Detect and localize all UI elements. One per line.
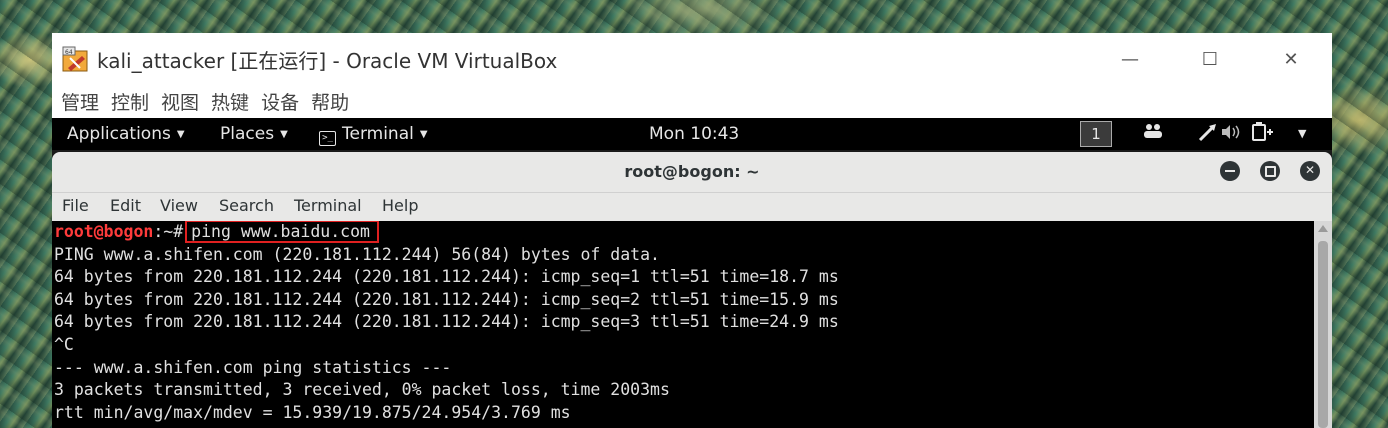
prompt-path: :~# <box>153 222 184 241</box>
people-icon[interactable] <box>1142 122 1164 144</box>
output-line: --- www.a.shifen.com ping statistics --- <box>54 357 452 377</box>
output-line: PING www.a.shifen.com (220.181.112.244) … <box>54 244 660 264</box>
chevron-down-icon: ▼ <box>176 129 185 140</box>
menu-manage[interactable]: 管理 <box>61 88 99 115</box>
places-menu[interactable]: Places ▼ <box>220 124 288 144</box>
menu-view[interactable]: 视图 <box>161 88 199 115</box>
network-icon[interactable] <box>1197 122 1219 146</box>
scrollbar-thumb[interactable] <box>1318 241 1328 428</box>
terminal-menu-terminal[interactable]: Terminal <box>294 196 362 215</box>
terminal-menu-view[interactable]: View <box>160 196 198 215</box>
terminal-menubar: File Edit View Search Terminal Help <box>52 193 1332 221</box>
terminal-minimize-button[interactable] <box>1220 161 1240 181</box>
output-line: 64 bytes from 220.181.112.244 (220.181.1… <box>54 267 839 287</box>
workspace-indicator[interactable]: 1 <box>1080 121 1112 147</box>
menu-control[interactable]: 控制 <box>111 88 149 115</box>
menu-hotkeys[interactable]: 热键 <box>211 88 249 115</box>
battery-power-icon[interactable] <box>1251 122 1275 146</box>
terminal-title: root@bogon: ~ <box>624 162 760 181</box>
gnome-top-bar: Applications ▼ Places ▼ >_ Terminal ▼ Mon 10… <box>52 118 1332 150</box>
guest-screen[interactable]: Applications ▼ Places ▼ >_ Terminal ▼ Mon 10… <box>52 118 1332 428</box>
terminal-menu-file[interactable]: File <box>62 196 89 215</box>
command-text: ping www.baidu.com <box>185 221 379 243</box>
volume-icon[interactable] <box>1220 124 1242 144</box>
menu-devices[interactable]: 设备 <box>261 88 299 115</box>
close-icon: ✕ <box>1283 48 1299 70</box>
clock[interactable]: Mon 10:43 <box>649 124 739 144</box>
output-line: 64 bytes from 220.181.112.244 (220.181.1… <box>54 312 839 332</box>
terminal-close-button[interactable]: ✕ <box>1300 161 1320 181</box>
chevron-down-icon: ▼ <box>280 129 288 140</box>
places-label: Places <box>220 124 275 144</box>
output-line: 64 bytes from 220.181.112.244 (220.181.1… <box>54 289 839 309</box>
virtualbox-app-icon: 64 <box>62 46 88 72</box>
minimize-icon: — <box>1121 48 1139 70</box>
terminal-maximize-button[interactable] <box>1260 161 1280 181</box>
terminal-headerbar[interactable]: root@bogon: ~ ✕ <box>52 152 1332 193</box>
applications-label: Applications <box>67 124 171 144</box>
terminal-scrollbar[interactable] <box>1314 221 1332 428</box>
prompt-user: root@bogon <box>54 222 154 241</box>
close-button[interactable]: ✕ <box>1268 41 1314 77</box>
output-line: ^C <box>54 334 74 354</box>
window-title: kali_attacker [正在运行] - Oracle VM Virtual… <box>97 49 558 73</box>
prompt-line: root@bogon:~# ping www.baidu.com <box>54 221 1316 244</box>
scroll-up-arrow-icon[interactable] <box>1318 225 1328 232</box>
terminal-output[interactable]: root@bogon:~# ping www.baidu.com PING www.… <box>52 221 1316 428</box>
svg-text:64: 64 <box>65 49 73 56</box>
terminal-window: root@bogon: ~ ✕ File Edit View Search Te… <box>52 152 1332 428</box>
applications-menu[interactable]: Applications ▼ <box>67 124 185 144</box>
terminal-app-label: Terminal <box>342 124 414 144</box>
terminal-menu-help[interactable]: Help <box>382 196 418 215</box>
maximize-button[interactable]: ☐ <box>1187 41 1233 77</box>
terminal-icon: >_ <box>319 131 336 146</box>
terminal-menu-edit[interactable]: Edit <box>110 196 141 215</box>
terminal-app-menu[interactable]: >_ Terminal ▼ <box>319 124 428 146</box>
chevron-down-icon: ▼ <box>419 129 428 140</box>
virtualbox-window: 64 kali_attacker [正在运行] - Oracle VM Virt… <box>52 33 1332 428</box>
minimize-button[interactable]: — <box>1107 41 1153 77</box>
maximize-icon: ☐ <box>1201 48 1219 70</box>
vbox-menubar: 管理 控制 视图 热键 设备 帮助 <box>52 85 1332 118</box>
terminal-menu-search[interactable]: Search <box>219 196 274 215</box>
system-menu-chevron-icon[interactable]: ▼ <box>1298 127 1306 140</box>
menu-help[interactable]: 帮助 <box>311 88 349 115</box>
output-line: rtt min/avg/max/mdev = 15.939/19.875/24.… <box>54 402 571 422</box>
cursor-line <box>54 424 1316 428</box>
output-line: 3 packets transmitted, 3 received, 0% pa… <box>54 380 670 400</box>
vbox-titlebar[interactable]: 64 kali_attacker [正在运行] - Oracle VM Virt… <box>52 33 1332 85</box>
